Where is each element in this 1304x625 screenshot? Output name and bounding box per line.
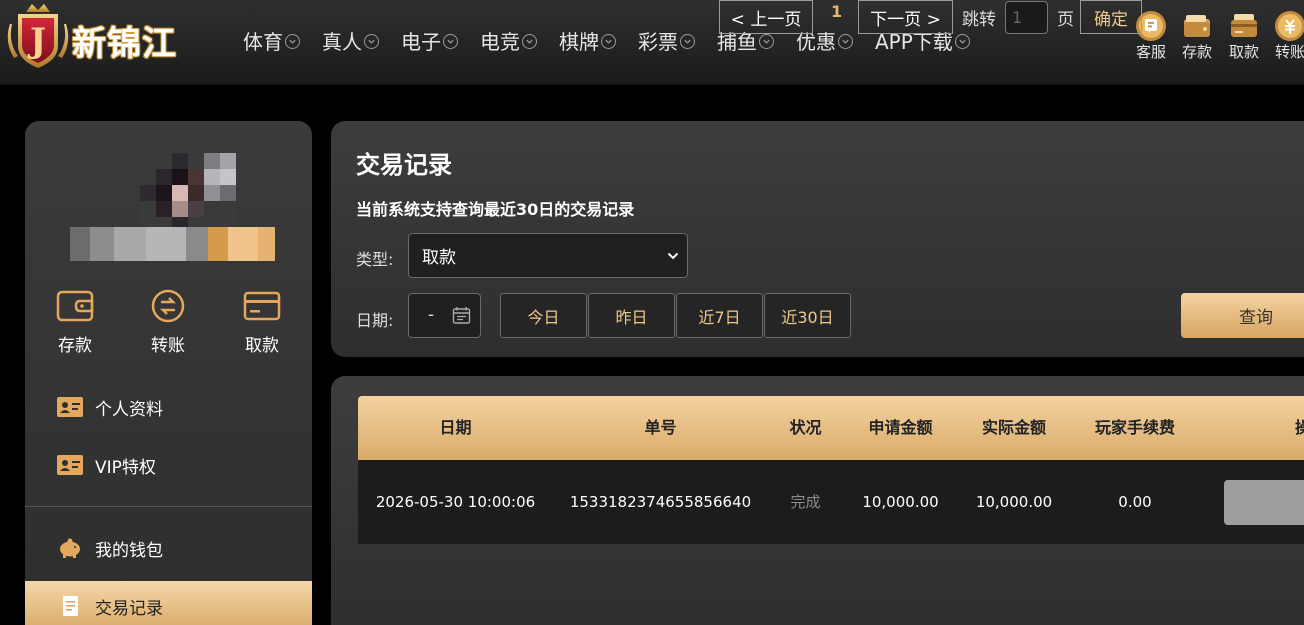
header-deposit-label: 存款: [1181, 43, 1212, 61]
next-page-button[interactable]: 下一页 >: [858, 0, 953, 34]
column-header-order-no: 单号: [644, 418, 677, 437]
sidebar-withdraw-button[interactable]: 取款: [243, 289, 281, 356]
wallet-icon: [1184, 15, 1210, 37]
nav-item-label: 电子: [401, 29, 441, 54]
column-header-actual: 实际金额: [981, 418, 1046, 437]
nav-item-label: 电竞: [480, 29, 520, 54]
sidebar-item-label: VIP特权: [95, 457, 156, 478]
logo-text: 新锦江: [72, 24, 177, 64]
chevron-down-icon: [364, 33, 379, 49]
chevron-down-icon: [601, 33, 616, 49]
date-label: 日期:: [356, 311, 394, 330]
type-select[interactable]: 取款: [408, 233, 688, 278]
column-header-fee: 玩家手续费: [1094, 418, 1175, 437]
chevron-down-icon: [285, 33, 300, 49]
nav-item-live[interactable]: 真人: [322, 26, 379, 54]
wallet-icon: [56, 290, 94, 322]
sidebar-transfer-label: 转账: [151, 336, 185, 356]
page-unit-label: 页: [1057, 10, 1074, 30]
nav-item-esports[interactable]: 电竞: [480, 26, 537, 54]
svg-text:J: J: [27, 21, 46, 61]
nav-item-label: 棋牌: [559, 29, 599, 54]
page-title: 交易记录: [356, 151, 452, 179]
site-logo[interactable]: J 新锦江: [6, 2, 206, 70]
sidebar-item-label: 交易记录: [95, 598, 163, 619]
sidebar-item-label: 我的钱包: [95, 540, 163, 561]
chevron-down-icon: [759, 33, 774, 49]
sidebar-deposit-label: 存款: [58, 336, 92, 356]
nav-item-label: 真人: [322, 29, 362, 54]
transfer-coin-icon: [1275, 11, 1304, 41]
range-yesterday-button[interactable]: 昨日: [588, 293, 675, 338]
sidebar-withdraw-label: 取款: [245, 336, 279, 356]
nav-item-sports[interactable]: 体育: [243, 26, 300, 54]
bank-card-icon: [1231, 14, 1257, 37]
date-range-value: -: [428, 305, 435, 325]
table-header: 日期 单号 状况 申请金额 实际金额 玩家手续费 操: [358, 396, 1304, 460]
column-header-requested: 申请金额: [868, 418, 933, 437]
jump-confirm-button[interactable]: 确定: [1080, 0, 1142, 34]
cell-fee: 0.00: [1118, 493, 1152, 511]
quick-range-group: 今日 昨日 近7日 近30日: [500, 293, 852, 338]
sidebar-item-transactions[interactable]: 交易记录: [25, 581, 312, 625]
id-card-icon: [57, 455, 83, 475]
cell-order-no: 1533182374655856640: [569, 493, 752, 511]
type-select-value: 取款: [422, 248, 456, 268]
nav-item-slots[interactable]: 电子: [401, 26, 458, 54]
transactions-table-panel: 日期 单号 状况 申请金额 实际金额 玩家手续费 操 2026-05-30 10…: [331, 376, 1304, 625]
nav-item-label: 体育: [243, 29, 283, 54]
range-today-button[interactable]: 今日: [500, 293, 587, 338]
date-range-picker[interactable]: -: [408, 293, 481, 338]
account-sidebar: 存款 转账 取款 个人资料 VIP特权 我的钱包 交易记录: [25, 121, 312, 625]
column-header-action: 操: [1294, 418, 1304, 437]
header-transfer-button[interactable]: 转账: [1274, 10, 1304, 62]
chevron-down-icon: [667, 252, 679, 260]
column-header-status: 状况: [789, 418, 822, 437]
jump-page-input[interactable]: [1005, 1, 1048, 34]
nav-item-label: 彩票: [638, 29, 678, 54]
document-icon: [63, 596, 78, 616]
column-header-date: 日期: [439, 418, 472, 437]
id-card-icon: [57, 397, 83, 417]
row-action-button[interactable]: [1224, 480, 1304, 525]
chevron-down-icon: [522, 33, 537, 49]
type-label: 类型:: [356, 250, 394, 269]
header-transfer-label: 转账: [1274, 43, 1304, 61]
nav-item-lottery[interactable]: 彩票: [638, 26, 695, 54]
cell-date: 2026-05-30 10:00:06: [375, 493, 536, 511]
logo-badge-icon: J: [7, 4, 69, 68]
calendar-icon: [452, 307, 471, 324]
transfer-icon: [151, 289, 185, 323]
piggy-bank-icon: [60, 538, 80, 558]
header-withdraw-button[interactable]: 取款: [1228, 10, 1260, 62]
sidebar-item-wallet[interactable]: 我的钱包: [25, 523, 312, 573]
nav-item-cards[interactable]: 棋牌: [559, 26, 616, 54]
sidebar-item-profile[interactable]: 个人资料: [25, 382, 312, 432]
username-blurred: [70, 227, 275, 261]
credit-card-icon: [243, 291, 281, 321]
header-deposit-button[interactable]: 存款: [1181, 10, 1213, 62]
sidebar-item-label: 个人资料: [95, 399, 163, 420]
range-30days-button[interactable]: 近30日: [764, 293, 851, 338]
chevron-down-icon: [680, 33, 695, 49]
cell-status: 完成: [790, 493, 821, 511]
header-withdraw-label: 取款: [1228, 43, 1259, 61]
current-page[interactable]: 1: [831, 2, 842, 36]
sidebar-deposit-button[interactable]: 存款: [56, 289, 94, 356]
sidebar-transfer-button[interactable]: 转账: [149, 289, 187, 356]
sidebar-divider: [25, 506, 312, 507]
table-row: 2026-05-30 10:00:06 1533182374655856640 …: [358, 460, 1304, 544]
chevron-down-icon: [443, 33, 458, 49]
avatar[interactable]: [140, 153, 238, 233]
cell-actual-amount: 10,000.00: [975, 493, 1053, 511]
filter-panel: 交易记录 当前系统支持查询最近30日的交易记录 类型: 取款 日期: - 今日 …: [331, 121, 1304, 357]
query-button[interactable]: 查询: [1181, 293, 1304, 338]
sidebar-item-vip[interactable]: VIP特权: [25, 440, 312, 490]
cell-requested-amount: 10,000.00: [862, 493, 939, 511]
prev-page-button[interactable]: < 上一页: [719, 0, 813, 34]
header-service-label: 客服: [1135, 43, 1166, 61]
jump-label: 跳转: [962, 10, 996, 30]
page-subtitle: 当前系统支持查询最近30日的交易记录: [356, 200, 635, 219]
range-7days-button[interactable]: 近7日: [676, 293, 763, 338]
